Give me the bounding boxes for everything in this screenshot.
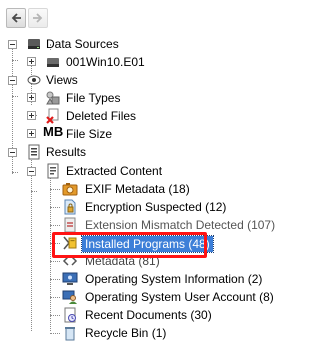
extracted-content-icon [47, 163, 59, 179]
disk-image-icon [47, 58, 59, 67]
tree-label: EXIF Metadata (18) [85, 182, 190, 196]
tree-node-encryption-suspected[interactable]: Encryption Suspected (12) [0, 198, 319, 216]
results-icon [28, 144, 40, 160]
user-account-icon [62, 290, 77, 304]
recycle-bin-icon [65, 327, 75, 341]
collapse-toggle[interactable] [27, 167, 36, 176]
tree-label: Views [46, 73, 78, 87]
tree-label: 001Win10.E01 [66, 55, 145, 69]
tree-label: Recent Documents (30) [85, 308, 212, 322]
tree-label: Encryption Suspected (12) [85, 200, 227, 214]
tree-node-file-size[interactable]: MB File Size [0, 125, 319, 143]
collapse-toggle[interactable] [8, 148, 17, 157]
tree-node-os-information[interactable]: Operating System Information (2) [0, 270, 319, 288]
eye-icon [27, 75, 41, 85]
mismatch-file-icon [64, 217, 76, 233]
tree-node-extracted-content[interactable]: Extracted Content [0, 162, 319, 180]
tree-node-views[interactable]: Views [0, 71, 319, 89]
tree-node-image-file[interactable]: 001Win10.E01 [0, 53, 319, 71]
drive-icon [28, 39, 40, 49]
directory-tree: Data Sources 001Win10.E01 Views File Typ… [0, 34, 319, 341]
expand-toggle[interactable] [27, 111, 36, 120]
tree-node-os-user-account[interactable]: Operating System User Account (8) [0, 288, 319, 306]
tree-node-file-types[interactable]: File Types [0, 89, 319, 107]
expand-toggle[interactable] [27, 57, 36, 66]
collapse-toggle[interactable] [8, 40, 17, 49]
tree-label: Operating System User Account (8) [85, 290, 274, 304]
highlight-box [52, 232, 207, 258]
tree-node-deleted-files[interactable]: Deleted Files [0, 107, 319, 125]
arrow-right-icon [33, 13, 43, 23]
tree-label: Operating System Information (2) [85, 272, 263, 286]
tree-label: Extension Mismatch Detected (107) [85, 218, 276, 232]
tree-node-exif-metadata[interactable]: EXIF Metadata (18) [0, 180, 319, 198]
deleted-file-icon [46, 108, 59, 124]
file-types-icon [46, 91, 60, 105]
arrow-left-icon [11, 13, 21, 23]
encrypted-file-icon [64, 199, 76, 215]
camera-icon [62, 183, 78, 196]
expand-toggle[interactable] [27, 129, 36, 138]
tree-label: Recycle Bin (1) [85, 326, 167, 340]
back-button[interactable] [6, 8, 26, 28]
tree-node-recent-documents[interactable]: Recent Documents (30) [0, 306, 319, 324]
mb-icon: MB [43, 124, 64, 139]
computer-info-icon [62, 272, 78, 285]
tree-node-recycle-bin[interactable]: Recycle Bin (1) [0, 324, 319, 342]
tree-label: Data Sources [46, 37, 119, 51]
tree-label: File Size [66, 127, 113, 141]
recent-documents-icon [64, 307, 76, 323]
tree-node-data-sources[interactable]: Data Sources [0, 35, 319, 53]
tree-node-results[interactable]: Results [0, 143, 319, 161]
tree-label: File Types [66, 91, 121, 105]
collapse-toggle[interactable] [8, 76, 17, 85]
expand-toggle[interactable] [27, 93, 36, 102]
forward-button[interactable] [28, 8, 48, 28]
tree-label: Extracted Content [66, 164, 163, 178]
navigation-toolbar [0, 0, 319, 34]
tree-label: Results [46, 145, 87, 159]
tree-label: Deleted Files [66, 109, 137, 123]
